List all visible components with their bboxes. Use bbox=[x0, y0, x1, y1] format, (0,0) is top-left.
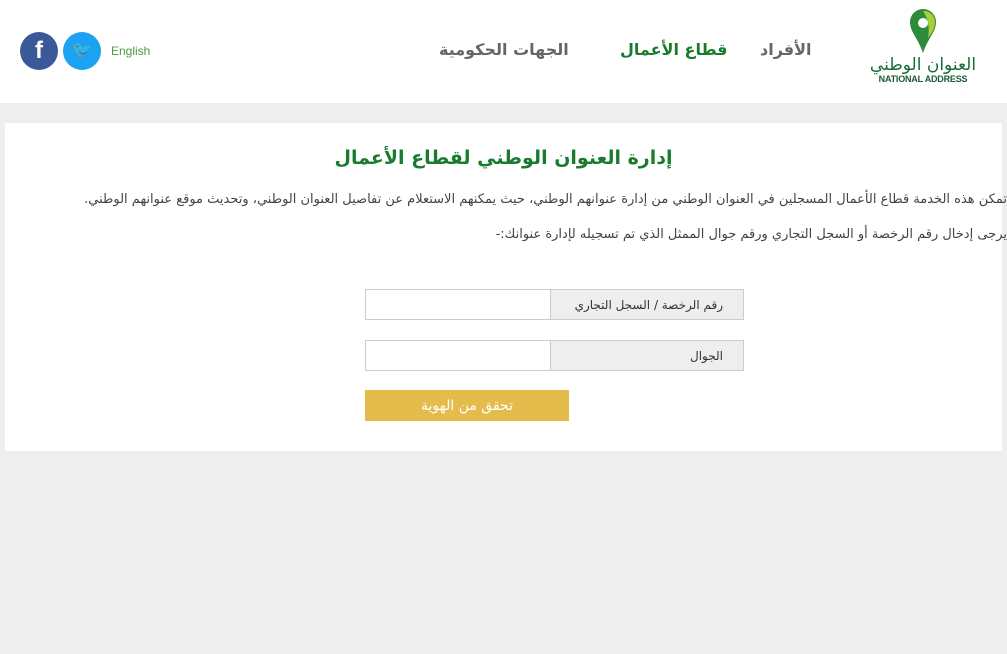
license-label: رقم الرخصة / السجل التجاري bbox=[551, 289, 744, 320]
instruction-text: يرجى إدخال رقم الرخصة أو السجل التجاري و… bbox=[495, 227, 1007, 242]
logo-arabic: العنوان الوطني bbox=[869, 55, 977, 75]
mobile-label: الجوال bbox=[551, 340, 744, 371]
page-title: إدارة العنوان الوطني لقطاع الأعمال bbox=[334, 147, 673, 169]
mobile-input[interactable] bbox=[365, 340, 551, 371]
license-row: رقم الرخصة / السجل التجاري bbox=[365, 289, 744, 320]
national-address-logo[interactable]: العنوان الوطني NATIONAL ADDRESS bbox=[866, 8, 980, 90]
mobile-row: الجوال bbox=[365, 340, 744, 371]
nav-government[interactable]: الجهات الحكومية bbox=[439, 40, 569, 59]
description-text: تمكن هذه الخدمة قطاع الأعمال المسجلين في… bbox=[84, 192, 1007, 207]
license-input[interactable] bbox=[365, 289, 551, 320]
main-card: إدارة العنوان الوطني لقطاع الأعمال تمكن … bbox=[5, 123, 1007, 451]
nav-business[interactable]: قطاع الأعمال bbox=[620, 40, 728, 59]
language-link[interactable]: English bbox=[111, 44, 150, 58]
location-pin-icon bbox=[910, 9, 936, 53]
facebook-icon[interactable]: f bbox=[20, 32, 58, 70]
header: العنوان الوطني NATIONAL ADDRESS الأفراد … bbox=[0, 0, 1007, 103]
verify-identity-button[interactable]: تحقق من الهوية bbox=[365, 390, 569, 421]
nav-individuals[interactable]: الأفراد bbox=[760, 40, 812, 59]
logo-english: NATIONAL ADDRESS bbox=[878, 74, 968, 84]
twitter-icon[interactable]: 🐦 bbox=[63, 32, 101, 70]
